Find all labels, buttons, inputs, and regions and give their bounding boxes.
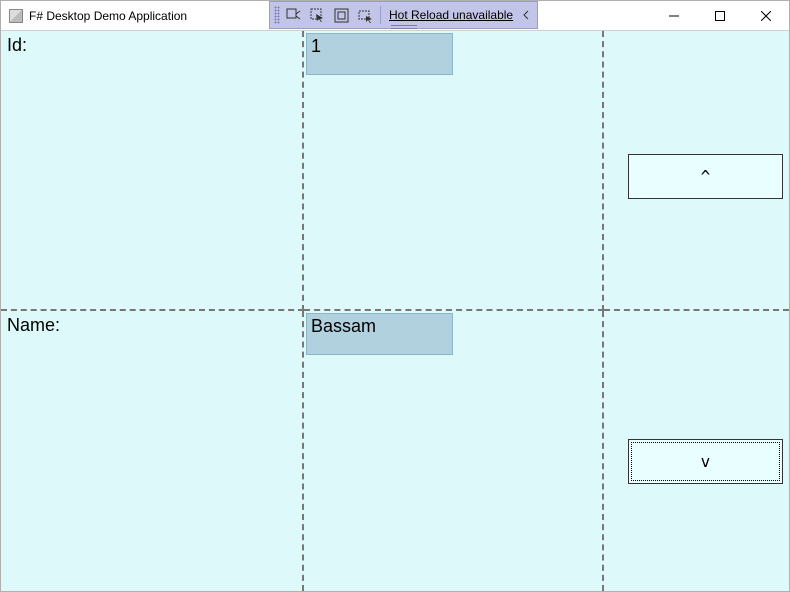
window-controls (651, 1, 789, 31)
client-area: Id: 1 ^ Name: Bassam v (1, 31, 789, 591)
debug-toolbar[interactable]: Hot Reload unavailable (269, 1, 538, 29)
select-element-icon[interactable] (306, 4, 328, 26)
name-label: Name: (7, 315, 60, 335)
toolbar-drag-handle-icon[interactable] (391, 25, 417, 29)
minimize-button[interactable] (651, 1, 697, 31)
id-label: Id: (7, 35, 27, 55)
collapse-toolbar-icon[interactable] (519, 4, 533, 26)
titlebar-left: F# Desktop Demo Application (1, 9, 187, 23)
window-title: F# Desktop Demo Application (29, 9, 187, 23)
down-button[interactable]: v (628, 439, 783, 484)
id-field[interactable]: 1 (306, 33, 453, 75)
toolbar-separator (380, 6, 381, 24)
app-icon (9, 9, 23, 23)
track-focus-icon[interactable] (354, 4, 376, 26)
live-visual-tree-icon[interactable] (282, 4, 304, 26)
name-value-cell: Bassam (304, 311, 604, 591)
up-button-cell: ^ (604, 31, 789, 311)
app-window: F# Desktop Demo Application (0, 0, 790, 592)
close-button[interactable] (743, 1, 789, 31)
name-label-cell: Name: (1, 311, 304, 591)
name-field[interactable]: Bassam (306, 313, 453, 355)
down-button-cell: v (604, 311, 789, 591)
id-label-cell: Id: (1, 31, 304, 311)
titlebar: F# Desktop Demo Application (1, 1, 789, 31)
hot-reload-link[interactable]: Hot Reload unavailable (389, 8, 513, 22)
maximize-button[interactable] (697, 1, 743, 31)
id-value-cell: 1 (304, 31, 604, 311)
display-layout-icon[interactable] (330, 4, 352, 26)
up-button[interactable]: ^ (628, 154, 783, 199)
toolbar-grip-icon[interactable] (274, 6, 280, 24)
